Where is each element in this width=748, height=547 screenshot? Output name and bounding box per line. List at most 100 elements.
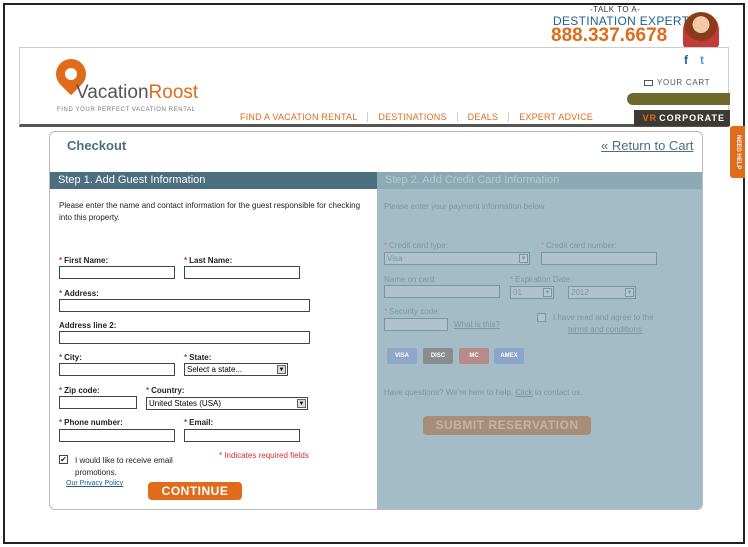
security-code-input[interactable] bbox=[384, 318, 448, 331]
zip-label-text: Zip code: bbox=[64, 386, 100, 395]
logo-text-main: Vacation bbox=[76, 82, 149, 103]
city-label: * City: bbox=[59, 353, 82, 362]
chevron-down-icon: ▼ bbox=[543, 288, 552, 297]
cart-link[interactable]: YOUR CART bbox=[644, 78, 710, 87]
chevron-down-icon: ▼ bbox=[625, 288, 634, 297]
security-code-label: * Security code: bbox=[384, 307, 440, 316]
expiration-label-text: Expiration Date: bbox=[515, 275, 573, 284]
required-mark: * bbox=[184, 256, 188, 265]
first-name-label: * First Name: bbox=[59, 256, 108, 265]
email-label-text: Email: bbox=[189, 418, 214, 427]
required-mark: * bbox=[59, 386, 63, 395]
corporate-label: CORPORATE bbox=[659, 113, 725, 123]
name-on-card-input[interactable] bbox=[384, 285, 500, 298]
amex-card-icon: AMEX bbox=[494, 348, 524, 364]
click-link[interactable]: Click bbox=[515, 388, 532, 397]
required-mark: * bbox=[59, 418, 63, 427]
phone-label-text: Phone number: bbox=[64, 418, 123, 427]
card-number-label-text: Credit card number: bbox=[546, 241, 617, 250]
tagline: FIND YOUR PERFECT VACATION RENTAL bbox=[57, 107, 196, 113]
nav-deals[interactable]: DEALS bbox=[456, 112, 509, 122]
state-select[interactable]: Select a state... ▼ bbox=[184, 363, 288, 376]
what-is-this-link[interactable]: What is this? bbox=[454, 320, 500, 329]
address2-label: Address line 2: bbox=[59, 321, 117, 330]
required-mark: * bbox=[59, 353, 63, 362]
card-number-label: * Credit card number: bbox=[541, 241, 617, 250]
corporate-prefix: VR bbox=[642, 113, 658, 123]
security-code-label-text: Security code: bbox=[389, 307, 440, 316]
required-mark: * bbox=[384, 241, 388, 250]
terms-checkbox[interactable] bbox=[537, 313, 546, 322]
nav-destinations[interactable]: DESTINATIONS bbox=[367, 112, 456, 122]
terms-link[interactable]: terms and conditions bbox=[568, 325, 642, 334]
chevron-down-icon: ▼ bbox=[277, 365, 286, 374]
country-select[interactable]: United States (USA) ▼ bbox=[146, 397, 308, 410]
exp-year-value: 2012 bbox=[571, 288, 589, 297]
email-input[interactable] bbox=[184, 429, 300, 442]
phone-label: * Phone number: bbox=[59, 418, 123, 427]
first-name-input[interactable] bbox=[59, 266, 175, 279]
required-note: * Indicates required fields bbox=[219, 451, 309, 460]
exp-year-select[interactable]: 2012 ▼ bbox=[568, 286, 636, 299]
promo-checkbox[interactable]: ✔ bbox=[59, 455, 68, 464]
step1-header: Step 1. Add Guest Information bbox=[50, 172, 377, 189]
site-logo[interactable]: VacationRoost bbox=[76, 82, 198, 104]
nav-find-rental[interactable]: FIND A VACATION RENTAL bbox=[230, 112, 367, 122]
address2-input[interactable] bbox=[59, 331, 310, 344]
help-line: Have questions? We're here to help. Clic… bbox=[384, 388, 582, 397]
site-header: VacationRoost FIND YOUR PERFECT VACATION… bbox=[19, 47, 730, 127]
page-title: Checkout bbox=[67, 138, 127, 153]
mastercard-icon: MC bbox=[459, 348, 489, 364]
phone-input[interactable] bbox=[59, 429, 175, 442]
exp-month-select[interactable]: 01 ▼ bbox=[510, 286, 554, 299]
zip-label: * Zip code: bbox=[59, 386, 100, 395]
twitter-icon[interactable]: t bbox=[700, 53, 704, 67]
card-type-label: * Credit card type: bbox=[384, 241, 448, 250]
required-mark: * bbox=[59, 256, 63, 265]
visa-card-icon: VISA bbox=[387, 348, 417, 364]
step2-section bbox=[377, 172, 702, 509]
card-number-input[interactable] bbox=[541, 252, 657, 265]
country-label: * Country: bbox=[146, 386, 184, 395]
privacy-policy-link[interactable]: Our Privacy Policy bbox=[66, 480, 123, 487]
last-name-label: * Last Name: bbox=[184, 256, 232, 265]
state-label-text: State: bbox=[189, 353, 212, 362]
corporate-link[interactable]: VR CORPORATE bbox=[634, 110, 730, 126]
state-label: * State: bbox=[184, 353, 211, 362]
need-help-tab[interactable]: NEED HELP bbox=[730, 126, 745, 178]
last-name-input[interactable] bbox=[184, 266, 300, 279]
expert-avatar bbox=[683, 12, 719, 48]
required-mark: * bbox=[384, 307, 388, 316]
expiration-label: * Expiration Date: bbox=[510, 275, 572, 284]
phone-number[interactable]: 888.337.6678 bbox=[551, 25, 667, 47]
nav-expert-advice[interactable]: EXPERT ADVICE bbox=[508, 112, 603, 122]
last-name-label-text: Last Name: bbox=[189, 256, 233, 265]
email-label: * Email: bbox=[184, 418, 213, 427]
required-mark: * bbox=[510, 275, 514, 284]
state-select-value: Select a state... bbox=[187, 365, 243, 374]
zip-input[interactable] bbox=[59, 396, 137, 409]
city-label-text: City: bbox=[64, 353, 82, 362]
cart-bar bbox=[627, 93, 730, 105]
chevron-down-icon: ▼ bbox=[519, 254, 528, 263]
step2-header: Step 2. Add Credit Card Information bbox=[377, 172, 702, 189]
submit-reservation-button[interactable]: SUBMIT RESERVATION bbox=[423, 416, 591, 435]
step2-intro: Please enter your payment information be… bbox=[384, 202, 545, 211]
required-mark: * bbox=[146, 386, 150, 395]
country-select-value: United States (USA) bbox=[149, 399, 222, 408]
return-to-cart-link[interactable]: « Return to Cart bbox=[601, 138, 694, 153]
exp-month-value: 01 bbox=[513, 288, 522, 297]
city-input[interactable] bbox=[59, 363, 175, 376]
first-name-label-text: First Name: bbox=[64, 256, 109, 265]
checkout-panel: Checkout « Return to Cart Step 1. Add Gu… bbox=[49, 131, 703, 510]
facebook-icon[interactable]: f bbox=[684, 53, 688, 67]
contact-text: to contact us. bbox=[534, 388, 583, 397]
main-nav: FIND A VACATION RENTAL DESTINATIONS DEAL… bbox=[230, 112, 603, 122]
discover-card-icon: DISC bbox=[423, 348, 453, 364]
address-label: * Address: bbox=[59, 289, 99, 298]
card-type-select[interactable]: Visa ▼ bbox=[384, 252, 530, 265]
continue-button[interactable]: CONTINUE bbox=[148, 482, 242, 500]
required-mark: * bbox=[541, 241, 545, 250]
address-input[interactable] bbox=[59, 299, 310, 312]
step1-intro: Please enter the name and contact inform… bbox=[59, 201, 361, 222]
